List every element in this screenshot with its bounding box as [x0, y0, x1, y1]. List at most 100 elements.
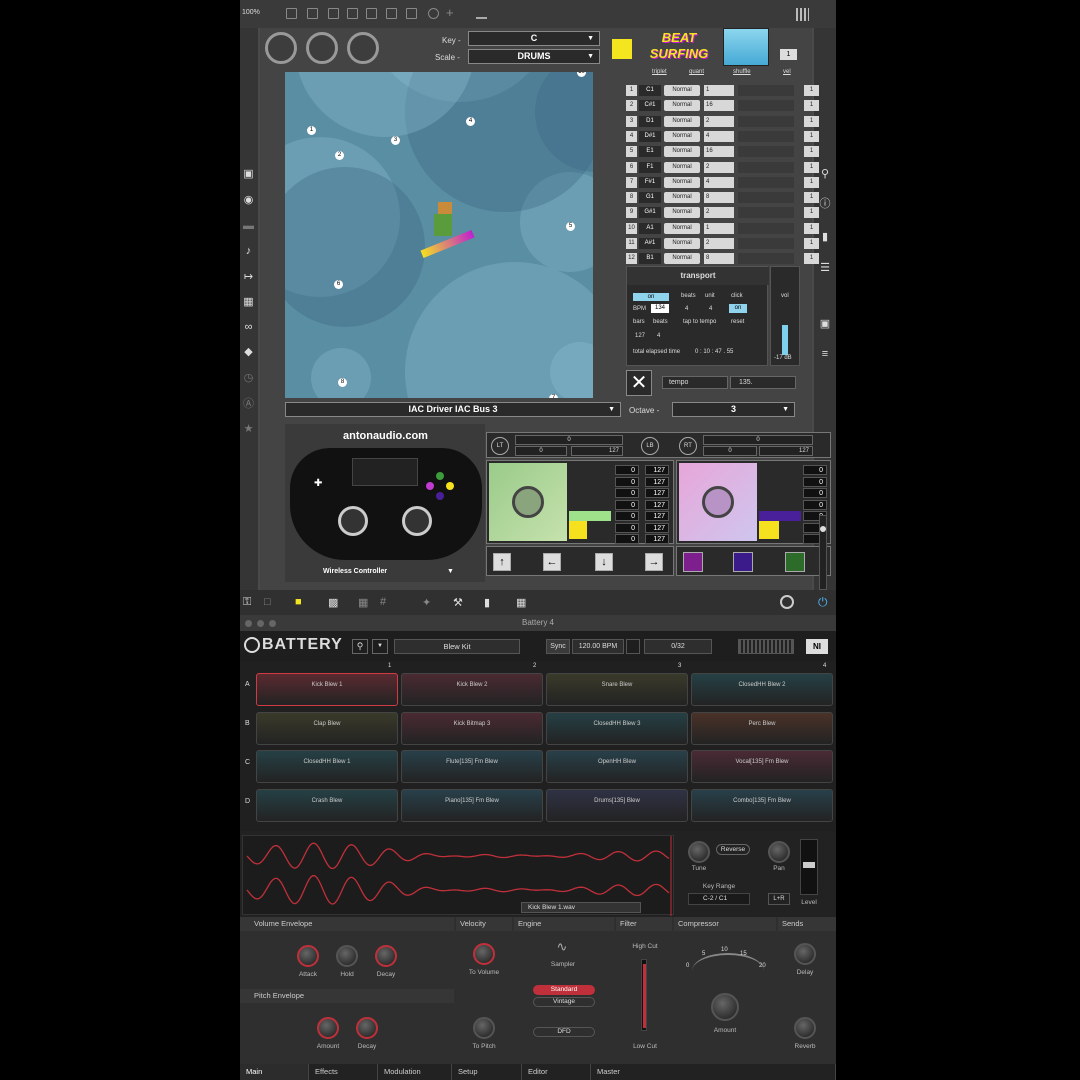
delay-knob[interactable]	[794, 943, 816, 965]
object-icon[interactable]	[366, 8, 377, 19]
down-arrow-icon[interactable]: ↓	[595, 553, 613, 571]
package-icon[interactable]: ▣	[242, 168, 255, 181]
grid-menu-icon[interactable]	[796, 8, 809, 21]
stick-max[interactable]: 127	[645, 534, 669, 544]
tab-setup[interactable]: Setup	[452, 1064, 522, 1080]
stick-value[interactable]: 0	[803, 465, 827, 475]
stick-max[interactable]: 127	[645, 476, 669, 487]
clear-x-button[interactable]: ✕	[626, 370, 652, 396]
stick-value[interactable]: 0	[803, 476, 827, 487]
zone-marker[interactable]: 7	[549, 394, 558, 398]
triplet-mode[interactable]: Normal	[664, 176, 700, 188]
key-dropdown[interactable]: C ▼	[468, 31, 600, 46]
triplet-mode[interactable]: Normal	[664, 100, 700, 112]
quant-select[interactable]: 4	[704, 130, 734, 142]
picture-icon[interactable]: ▦	[242, 296, 255, 309]
stick-max[interactable]: 127	[645, 499, 669, 510]
triplet-mode[interactable]: Normal	[664, 192, 700, 204]
a-icon[interactable]: Ⓐ	[242, 398, 255, 411]
tab-editor[interactable]: Editor	[522, 1064, 591, 1080]
search-icon[interactable]: ⚲	[818, 168, 832, 181]
shuffle-slider[interactable]	[738, 130, 794, 142]
stick-max[interactable]: 127	[645, 522, 669, 533]
triplet-mode[interactable]: Normal	[664, 253, 700, 265]
stick-value[interactable]: 0	[615, 499, 639, 510]
close-icon[interactable]	[245, 620, 252, 627]
midi-output-dropdown[interactable]: IAC Driver IAC Bus 3 ▼	[285, 402, 621, 417]
camera-icon[interactable]: ▣	[818, 318, 832, 331]
audio-meter-icon[interactable]	[780, 595, 794, 609]
layers-icon[interactable]: ▩	[328, 596, 338, 609]
lt-button[interactable]: LT	[491, 437, 509, 455]
sample-cell[interactable]: Kick Blew 2	[401, 673, 543, 706]
presentation-icon[interactable]: ■	[295, 596, 302, 608]
piano-icon[interactable]: ▮	[484, 596, 490, 609]
power-icon[interactable]: ⏻	[818, 595, 828, 610]
quant-select[interactable]: 2	[704, 115, 734, 127]
sample-cell[interactable]: OpenHH Blew	[546, 750, 688, 783]
zone-marker[interactable]: 1	[307, 126, 316, 135]
quant-select[interactable]: 1	[704, 85, 734, 96]
player-icon[interactable]	[386, 8, 397, 19]
reset-button[interactable]: reset	[731, 319, 744, 325]
standard-mode-button[interactable]: Standard	[533, 985, 595, 995]
vel-top-box[interactable]: 1	[780, 49, 797, 60]
scale-dropdown[interactable]: DRUMS ▼	[468, 49, 600, 64]
rt-slider[interactable]: 0	[703, 435, 813, 445]
decay-knob[interactable]	[375, 945, 397, 967]
close-box-icon[interactable]	[347, 8, 358, 19]
zone-marker[interactable]: 2	[335, 151, 344, 160]
shuffle-slider[interactable]	[738, 146, 794, 158]
clock-icon[interactable]: ◷	[242, 372, 255, 385]
sample-cell[interactable]: Snare Blew	[546, 673, 688, 706]
lb-button[interactable]: LB	[641, 437, 659, 455]
stick-value[interactable]: 0	[615, 522, 639, 533]
vel-value[interactable]: 1	[804, 100, 819, 112]
vel-value[interactable]: 1	[804, 238, 819, 249]
triangle-pad[interactable]	[785, 552, 805, 572]
quant-select[interactable]: 2	[704, 238, 734, 249]
param-value[interactable]: 135.	[730, 376, 796, 389]
power-logo-icon[interactable]	[244, 637, 260, 653]
tab-main[interactable]: Main	[240, 1064, 309, 1080]
search-icon[interactable]: ⚲	[352, 639, 368, 654]
tab-master[interactable]: Master	[591, 1064, 836, 1080]
zone-marker[interactable]: 6	[334, 280, 343, 289]
quant-select[interactable]: 16	[704, 100, 734, 112]
filter-slider[interactable]	[641, 959, 647, 1031]
pitch-envelope-header[interactable]: Pitch Envelope	[240, 989, 454, 1003]
ni-logo-icon[interactable]: NI	[806, 639, 828, 654]
shuffle-slider[interactable]	[738, 161, 794, 173]
shuffle-slider[interactable]	[738, 207, 794, 219]
lock-icon[interactable]: ⚿	[243, 596, 251, 609]
zone-marker[interactable]: 4	[466, 117, 475, 126]
volume-envelope-header[interactable]: Volume Envelope	[240, 917, 454, 931]
lt-max[interactable]: 127	[571, 446, 623, 456]
step-icon[interactable]: ↦	[242, 271, 255, 284]
sample-cell[interactable]: Drums[135] Blew	[546, 788, 688, 822]
knob-3[interactable]	[347, 32, 379, 64]
tap-tempo-button[interactable]: tap to tempo	[683, 319, 716, 325]
vel-value[interactable]: 1	[804, 176, 819, 188]
cross-pad[interactable]	[733, 552, 753, 572]
bpm-display[interactable]: 120.00 BPM	[572, 639, 624, 654]
keyboard-icon[interactable]: ▬	[242, 220, 255, 233]
shuffle-slider[interactable]	[738, 238, 794, 249]
key-range-field[interactable]: C-2 / C1	[688, 893, 750, 905]
rt-button[interactable]: RT	[679, 437, 697, 455]
surf-playfield[interactable]: 1234567891011	[285, 72, 593, 398]
mixer-icon[interactable]: ≡	[818, 348, 832, 361]
plugin-icon[interactable]: ◆	[242, 346, 255, 359]
stick-value[interactable]: 0	[615, 488, 639, 498]
left-arrow-icon[interactable]: ←	[543, 553, 561, 571]
stick-max[interactable]: 127	[645, 488, 669, 498]
paint-icon[interactable]	[476, 8, 487, 19]
right-arrow-icon[interactable]: →	[645, 553, 663, 571]
list-icon[interactable]: ☰	[818, 262, 832, 275]
sample-cell[interactable]: ClosedHH Blew 2	[691, 673, 833, 706]
pitch-decay-knob[interactable]	[356, 1017, 378, 1039]
keyboard-icon[interactable]: ▦	[516, 596, 526, 609]
right-scrollbar[interactable]	[819, 515, 827, 590]
metronome-icon[interactable]	[626, 639, 640, 654]
triplet-mode[interactable]: Normal	[664, 238, 700, 249]
